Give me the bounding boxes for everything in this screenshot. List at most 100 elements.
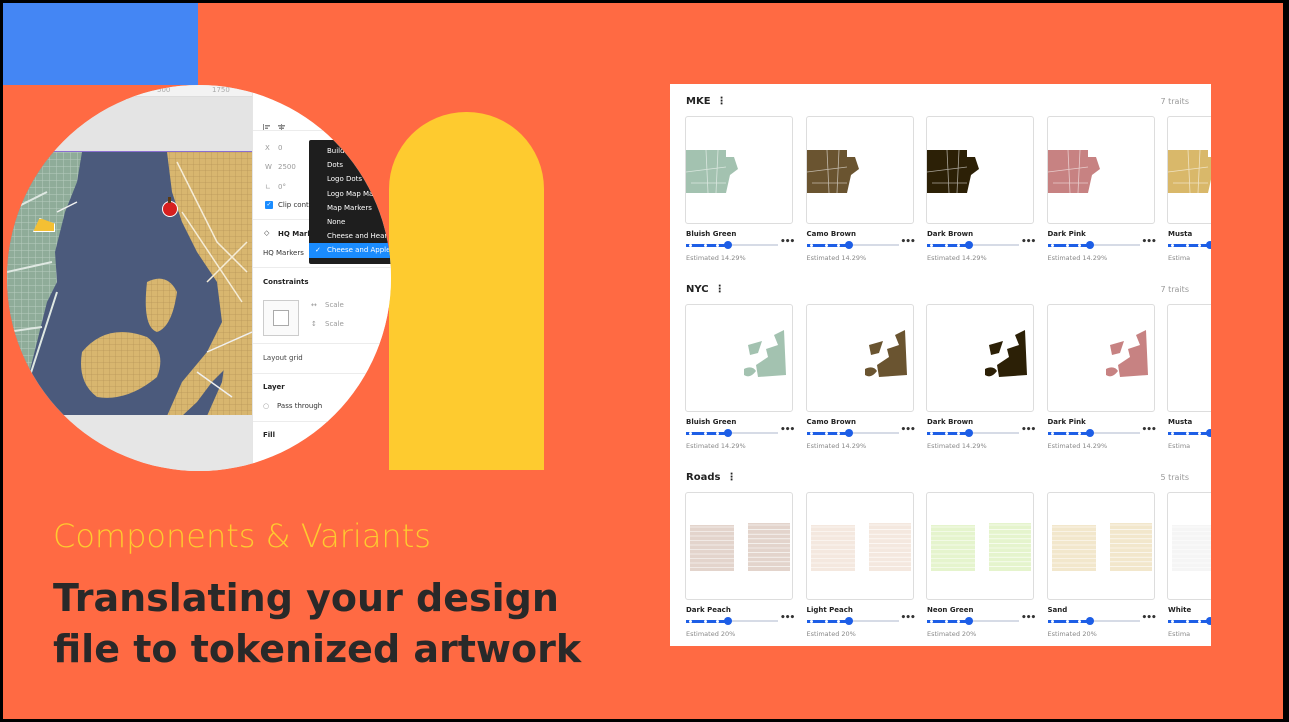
slider-step-dot	[1065, 431, 1069, 435]
more-options-icon[interactable]: •••	[780, 237, 795, 247]
rarity-slider[interactable]	[686, 429, 778, 437]
slider-handle[interactable]	[1206, 617, 1211, 625]
horizontal-scale-icon: ↔	[311, 301, 317, 309]
dropdown-option[interactable]: Logo Dots	[309, 172, 391, 186]
more-options-icon[interactable]: •••	[1142, 613, 1157, 623]
dropdown-option-label: None	[327, 217, 346, 226]
rotation-value[interactable]: 0°	[278, 183, 286, 191]
kebab-icon[interactable]: ⋮	[715, 284, 725, 295]
rarity-slider[interactable]	[927, 429, 1019, 437]
estimated-percentage: Estimated 20%	[806, 630, 856, 638]
trait-card[interactable]	[1167, 116, 1211, 224]
horizontal-constraint[interactable]: Scale	[325, 301, 344, 309]
blend-mode-select[interactable]: Pass through	[277, 402, 322, 410]
rarity-slider[interactable]	[1047, 617, 1140, 625]
trait-card[interactable]	[805, 304, 914, 412]
trait-card[interactable]	[926, 492, 1034, 600]
slider-handle[interactable]	[965, 429, 973, 437]
slider-step-dot	[824, 431, 828, 435]
dropdown-option[interactable]: ✓ Cheese and Apple	[309, 243, 391, 258]
slider-fill	[927, 620, 969, 623]
dropdown-option[interactable]: Map Markers	[309, 201, 391, 215]
more-options-icon[interactable]: •••	[1142, 425, 1157, 435]
rarity-slider[interactable]	[686, 617, 778, 625]
trait-card[interactable]	[1046, 304, 1155, 412]
slider-handle[interactable]	[724, 429, 732, 437]
dropdown-option[interactable]: Dots	[309, 158, 391, 172]
rarity-slider[interactable]	[806, 617, 899, 625]
apple-marker-icon[interactable]	[162, 201, 178, 217]
more-options-icon[interactable]: •••	[1021, 613, 1036, 623]
dropdown-option[interactable]: Logo Map Markers	[309, 187, 391, 201]
more-options-icon[interactable]: •••	[901, 613, 916, 623]
more-options-icon[interactable]: •••	[1021, 425, 1036, 435]
more-options-icon[interactable]: •••	[901, 237, 916, 247]
rarity-slider[interactable]	[1047, 241, 1140, 249]
slider-step-dot	[1186, 431, 1189, 435]
clip-content-checkbox[interactable]: ✓	[265, 201, 273, 209]
slider-handle[interactable]	[965, 241, 973, 249]
dropdown-option[interactable]: Buildings	[309, 144, 391, 158]
trait-card[interactable]	[685, 492, 793, 600]
slider-fill	[927, 244, 969, 247]
trait-card[interactable]	[926, 116, 1034, 224]
trait-card[interactable]	[926, 304, 1034, 412]
x-value[interactable]: 0	[278, 144, 282, 152]
more-options-icon[interactable]: •••	[780, 613, 795, 623]
kebab-icon[interactable]: ⋮	[717, 96, 727, 107]
trait-card[interactable]	[805, 116, 914, 224]
map-artwork[interactable]	[7, 151, 253, 417]
slider-step-dot	[1077, 243, 1081, 247]
more-options-icon[interactable]: •••	[901, 425, 916, 435]
slider-step-dot	[957, 619, 960, 623]
slider-handle[interactable]	[844, 429, 853, 437]
trait-card[interactable]	[1046, 116, 1155, 224]
slider-handle[interactable]	[844, 617, 853, 625]
rarity-slider[interactable]	[1047, 429, 1140, 437]
slider-handle[interactable]	[1085, 617, 1094, 625]
trait-card[interactable]	[685, 116, 793, 224]
align-icons[interactable]	[263, 115, 323, 130]
rarity-slider[interactable]	[1168, 429, 1211, 437]
more-options-icon[interactable]: •••	[1021, 237, 1036, 247]
rarity-slider[interactable]	[806, 429, 899, 437]
slider-step-dot	[824, 619, 828, 623]
vertical-constraint[interactable]: Scale	[325, 320, 344, 328]
slider-handle[interactable]	[724, 241, 732, 249]
dropdown-option[interactable]: Cheese and Hearts	[309, 229, 391, 243]
slider-handle[interactable]	[965, 617, 973, 625]
w-value[interactable]: 2500	[278, 163, 296, 171]
trait-card[interactable]	[805, 492, 914, 600]
slider-handle[interactable]	[1206, 241, 1211, 249]
rarity-slider[interactable]	[927, 617, 1019, 625]
estimated-percentage: Estimated 14.29%	[927, 254, 987, 262]
more-options-icon[interactable]: •••	[780, 425, 795, 435]
rarity-slider[interactable]	[1168, 617, 1211, 625]
trait-name: Dark Brown	[927, 230, 974, 238]
trait-card[interactable]	[685, 304, 793, 412]
slider-handle[interactable]	[724, 617, 732, 625]
constraint-widget[interactable]	[263, 300, 299, 336]
slider-handle[interactable]	[1085, 241, 1094, 249]
kebab-icon[interactable]: ⋮	[726, 472, 736, 483]
rarity-slider[interactable]	[686, 241, 778, 249]
slider-handle[interactable]	[1085, 429, 1094, 437]
dropdown-option[interactable]: None	[309, 215, 391, 229]
variant-dropdown-menu[interactable]: Buildings Dots Logo Dots Logo Map Markers Ma…	[309, 140, 391, 264]
trait-preview-nyc-map	[864, 330, 907, 377]
slider-handle[interactable]	[1206, 429, 1211, 437]
slider-handle[interactable]	[844, 241, 853, 249]
slider-step-dot	[836, 431, 840, 435]
constraints-heading: Constraints	[263, 278, 309, 286]
more-options-icon[interactable]: •••	[1142, 237, 1157, 247]
trait-card[interactable]	[1167, 304, 1211, 412]
slider-step-dot	[704, 243, 707, 247]
trait-card[interactable]	[1167, 492, 1211, 600]
slider-step-dot	[945, 243, 948, 247]
rarity-slider[interactable]	[927, 241, 1019, 249]
slider-step-dot	[809, 243, 813, 247]
rarity-slider[interactable]	[806, 241, 899, 249]
rarity-slider[interactable]	[1168, 241, 1211, 249]
slider-step-dot	[930, 619, 933, 623]
trait-card[interactable]	[1046, 492, 1155, 600]
